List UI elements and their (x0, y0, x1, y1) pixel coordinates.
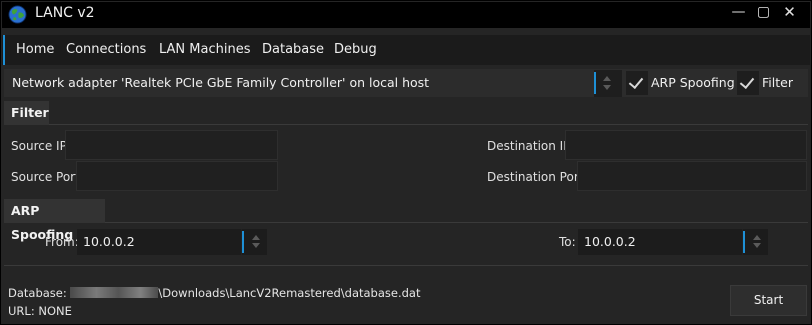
destination-port-label: Destination Port: (487, 170, 588, 184)
source-ip-input[interactable] (65, 130, 278, 160)
chevron-down-icon[interactable] (753, 243, 761, 248)
window-title: LANC v2 (35, 5, 95, 21)
title-bar[interactable]: LANC v2 — ▢ ✕ (2, 2, 810, 28)
arp-from-label: From: (45, 235, 79, 249)
tab-database[interactable]: Database (262, 35, 324, 65)
arp-to-input[interactable]: 10.0.0.2 (578, 229, 742, 255)
status-divider (4, 265, 808, 266)
checkbox-box[interactable] (737, 71, 759, 95)
arp-spoofing-checkbox-label: ARP Spoofing (651, 75, 735, 90)
adapter-selector[interactable]: Network adapter 'Realtek PCIe GbE Family… (4, 69, 808, 97)
adapter-text: Network adapter 'Realtek PCIe GbE Family… (12, 75, 430, 90)
source-port-input[interactable] (76, 161, 278, 191)
tab-connections[interactable]: Connections (66, 35, 146, 65)
spinner-accent-bar (743, 231, 745, 253)
database-status: Database: \Downloads\LancV2Remastered\da… (8, 286, 421, 300)
app-window: LANC v2 — ▢ ✕ Home Connections LAN Machi… (0, 0, 812, 325)
tab-lan-machines[interactable]: LAN Machines (159, 35, 250, 65)
close-button[interactable]: ✕ (777, 2, 802, 24)
adapter-dropdown-spinner[interactable] (594, 70, 622, 97)
maximize-button[interactable]: ▢ (751, 2, 776, 24)
url-status: URL: NONE (8, 304, 72, 318)
checkmark-icon (628, 73, 644, 90)
database-prefix: Database: (8, 286, 71, 300)
arp-from-spinner[interactable] (241, 229, 267, 255)
minimize-button[interactable]: — (726, 2, 751, 24)
chevron-up-icon[interactable] (252, 235, 260, 240)
arp-from-input[interactable]: 10.0.0.2 (77, 229, 241, 255)
start-button[interactable]: Start (730, 285, 807, 316)
tab-bar: Home Connections LAN Machines Database D… (2, 35, 810, 65)
tab-debug[interactable]: Debug (334, 35, 377, 65)
destination-port-input[interactable] (577, 161, 807, 191)
arp-to-label: To: (559, 235, 576, 249)
checkmark-icon (739, 73, 755, 90)
arp-from-value: 10.0.0.2 (83, 234, 135, 249)
redacted-path (70, 287, 159, 298)
spinner-accent-bar (594, 72, 596, 94)
filter-section-header: Filter (4, 101, 49, 125)
filter-section-line (49, 124, 808, 125)
filter-checkbox-label: Filter (762, 75, 793, 90)
chevron-up-icon[interactable] (603, 76, 611, 81)
chevron-down-icon[interactable] (603, 85, 611, 90)
source-port-label: Source Port: (11, 170, 84, 184)
arp-to-spinner[interactable] (742, 229, 768, 255)
spinner-accent-bar (242, 231, 244, 253)
checkbox-box[interactable] (626, 71, 648, 95)
arp-to-value: 10.0.0.2 (584, 234, 636, 249)
globe-icon (8, 5, 27, 24)
source-ip-label: Source IP: (11, 139, 71, 153)
chevron-up-icon[interactable] (753, 235, 761, 240)
tab-home[interactable]: Home (3, 35, 54, 65)
database-path: \Downloads\LancV2Remastered\database.dat (158, 286, 421, 300)
arp-spoofing-section-header: ARP Spoofing (4, 199, 105, 242)
destination-ip-label: Destination IP: (487, 139, 575, 153)
destination-ip-input[interactable] (565, 130, 807, 160)
chevron-down-icon[interactable] (252, 243, 260, 248)
arp-spoofing-section-line (105, 222, 808, 223)
